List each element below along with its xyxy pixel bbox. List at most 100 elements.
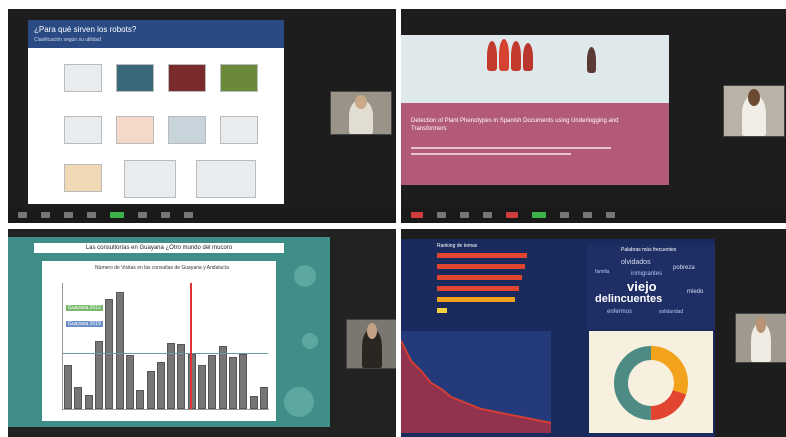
video-icon[interactable] (41, 212, 50, 218)
participant-video (346, 319, 396, 369)
more-icon[interactable] (606, 212, 615, 218)
mute-icon[interactable] (18, 212, 27, 218)
slide-header: ¿Para qué sirven los robots? Clasificaci… (28, 20, 284, 48)
participant-tile-2[interactable]: Detection of Plant Phenotypes in Spanish… (401, 9, 786, 223)
participant-video (330, 91, 392, 135)
slide-title: Las consultorías en Guayana ¿Otro mundo … (34, 243, 284, 253)
video-grid: ¿Para qué sirven los robots? Clasificaci… (0, 0, 786, 437)
ranking-bar (437, 286, 519, 291)
donut-panel (589, 331, 713, 433)
robot-image (196, 160, 256, 198)
more-icon[interactable] (184, 212, 193, 218)
chart-bar (74, 386, 83, 409)
meeting-toolbar (8, 207, 396, 223)
chart-bar (239, 353, 248, 409)
word: delincuentes (595, 293, 663, 305)
word: viejo (627, 279, 657, 294)
slide-subtitle: Clasificación según su utilidad (34, 37, 101, 43)
pawn-dark (587, 47, 596, 73)
chart-bar (95, 341, 104, 409)
share-icon[interactable] (110, 212, 124, 218)
slide-title: ¿Para qué sirven los robots? (34, 25, 137, 34)
author-line (411, 147, 611, 149)
robot-image (168, 64, 206, 92)
decor-circle (284, 387, 314, 417)
robot-image (116, 116, 154, 144)
word: solidaridad (659, 309, 684, 315)
share-icon[interactable] (532, 212, 546, 218)
shared-slide: Ranking de temas Palabras más frecuentes… (401, 239, 715, 437)
pawn-red (499, 39, 509, 71)
chart-bar (136, 390, 145, 409)
chart-bar (259, 386, 268, 409)
robot-image (64, 64, 102, 92)
reactions-icon[interactable] (583, 212, 592, 218)
video-icon[interactable] (460, 212, 469, 218)
ranking-bar (437, 253, 527, 258)
word: enfermos (607, 309, 633, 315)
chart-bar (208, 355, 217, 409)
shared-slide: ¿Para qué sirven los robots? Clasificaci… (28, 20, 284, 204)
marker-line (190, 283, 192, 409)
meeting-toolbar (401, 207, 786, 223)
left-title: Ranking de temas (437, 243, 478, 249)
ranking-bars (437, 253, 537, 323)
robot-image (168, 116, 206, 144)
participants-icon[interactable] (483, 212, 492, 218)
chart-bar (64, 364, 73, 409)
participant-video (735, 313, 786, 363)
chart-panel: Número de Visitas en las consultas de Gu… (42, 261, 276, 421)
participants-icon[interactable] (64, 212, 73, 218)
robot-image (220, 116, 258, 144)
chart-title: Número de Visitas en las consultas de Gu… (95, 265, 229, 271)
word: familia (595, 269, 610, 275)
word: olvidados (621, 259, 651, 266)
slide-title: Detection of Plant Phenotypes in Spanish… (411, 118, 619, 132)
ranking-bar (437, 264, 525, 269)
decor-circle (294, 265, 316, 287)
chart-bar (125, 355, 134, 409)
robot-image (116, 64, 154, 92)
bar-chart (62, 283, 269, 410)
robot-image (64, 116, 102, 144)
ranking-bar (437, 297, 515, 302)
chat-icon[interactable] (87, 212, 96, 218)
participant-tile-3[interactable]: Las consultorías en Guayana ¿Otro mundo … (8, 229, 396, 437)
participant-tile-4[interactable]: Ranking de temas Palabras más frecuentes… (401, 229, 786, 437)
pawn-red (487, 41, 497, 71)
wordcloud-panel: Palabras más frecuentes olvidados inmigr… (587, 245, 715, 329)
record-icon[interactable] (506, 212, 518, 218)
ranking-bar (437, 275, 522, 280)
chart-bar (218, 346, 227, 409)
robot-image (124, 160, 176, 198)
reference-line (62, 353, 268, 354)
decor-circle (302, 333, 318, 349)
record-icon[interactable] (138, 212, 147, 218)
chart-bar (228, 357, 237, 409)
stop-icon[interactable] (411, 212, 423, 218)
chart-bar (84, 394, 93, 409)
chart-bar (198, 364, 207, 409)
wordcloud-title: Palabras más frecuentes (621, 247, 677, 253)
title-band: Detection of Plant Phenotypes in Spanish… (401, 103, 669, 185)
timeline-svg (401, 340, 552, 433)
chart-bar (156, 361, 165, 409)
participant-tile-1[interactable]: ¿Para qué sirven los robots? Clasificaci… (8, 9, 396, 223)
pawn-red (523, 43, 533, 71)
word: pobreza (673, 265, 695, 271)
timeline-chart (401, 331, 552, 433)
chart-bar (115, 292, 124, 409)
ranking-bar (437, 308, 447, 313)
robot-image (220, 64, 258, 92)
pawn-red (511, 41, 521, 71)
chart-bar (249, 396, 258, 409)
reactions-icon[interactable] (161, 212, 170, 218)
mute-icon[interactable] (437, 212, 446, 218)
donut-chart (614, 346, 688, 420)
author-line (411, 153, 571, 155)
chart-bar (177, 344, 186, 409)
word: inmigrantes (631, 271, 663, 277)
shared-slide: Detection of Plant Phenotypes in Spanish… (401, 35, 669, 185)
chat-icon[interactable] (560, 212, 569, 218)
chart-bar (146, 371, 155, 409)
